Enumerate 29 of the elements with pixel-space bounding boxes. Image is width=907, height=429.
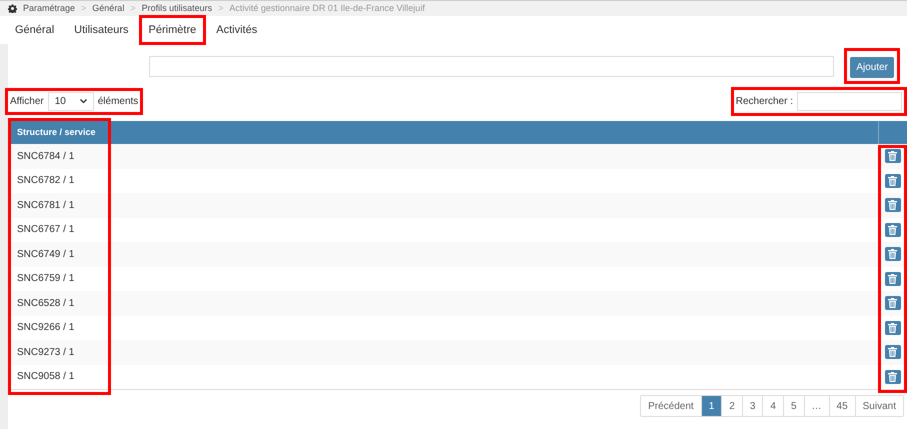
breadcrumb-item[interactable]: Paramétrage <box>23 2 76 16</box>
table-cell-text: SNC6528 / 1 <box>16 296 76 311</box>
breadcrumb-item[interactable]: Général <box>92 2 124 16</box>
breadcrumb-item: Activité gestionnaire DR 01 Ile-de-France Villejuif <box>229 2 425 15</box>
table-cell-text: SNC6782 / 1 <box>16 174 76 188</box>
add-button[interactable]: Ajouter <box>850 57 894 78</box>
length-select[interactable]: 10 <box>48 92 94 111</box>
table-cell-text: SNC9273 / 1 <box>16 346 76 360</box>
table-cell-text: SNC6759 / 1 <box>16 272 76 286</box>
tab[interactable]: Utilisateurs <box>67 18 136 42</box>
table-cell-text: SNC9266 / 1 <box>16 321 76 336</box>
page-button[interactable]: Suivant <box>854 396 903 416</box>
table-cell-text: SNC9058 / 1 <box>16 370 76 384</box>
search-label: Rechercher : <box>736 95 793 109</box>
length-prefix: Afficher <box>10 95 44 109</box>
page-button[interactable]: 1 <box>700 396 722 416</box>
length-suffix: éléments <box>98 95 138 109</box>
tab[interactable]: Activités <box>209 18 264 42</box>
table-cell-text: SNC6767 / 1 <box>16 223 76 238</box>
column-header: Structure / service <box>16 126 97 139</box>
table-cell-text: SNC6781 / 1 <box>16 198 76 213</box>
separator-icon: > <box>130 2 136 16</box>
tab[interactable]: Périmètre <box>142 18 204 42</box>
separator-icon: > <box>81 2 86 16</box>
table-cell-text: SNC6749 / 1 <box>16 248 76 262</box>
separator-icon: > <box>218 2 224 16</box>
breadcrumb-item[interactable]: Profils utilisateurs <box>142 2 212 16</box>
tab[interactable]: Général <box>8 18 62 42</box>
table-cell-text: SNC6784 / 1 <box>16 150 76 164</box>
